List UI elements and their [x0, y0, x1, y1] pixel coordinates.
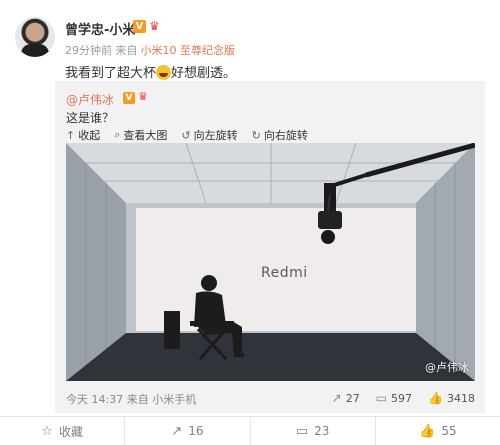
repost-time-source[interactable]: 今天 14:37 来自 小米手机	[66, 391, 196, 407]
comment-icon: ▭	[295, 423, 309, 439]
thumbs-up-icon: 👍	[419, 423, 436, 439]
thumbs-up-icon: 👍	[428, 391, 443, 405]
post-time[interactable]: 29分钟前 来自	[65, 44, 138, 57]
repost-author[interactable]: @卢伟冰	[66, 91, 114, 108]
post-device[interactable]: 小米10 至尊纪念版	[141, 44, 236, 57]
repost-text: 这是谁？	[66, 111, 115, 125]
weibo-post-card: 曾学忠-小米 V ♛ 29分钟前 来自 小米10 至尊纪念版 我看到了超大杯 好想剧…	[0, 0, 500, 445]
post-image[interactable]: Redmi @卢伟冰	[66, 143, 475, 381]
repost-comment-count[interactable]: ▭ 597	[376, 391, 412, 405]
share-icon: ↗	[331, 391, 342, 405]
member-crown-icon: ♛	[149, 19, 160, 33]
collapse-icon: ↑	[66, 128, 76, 142]
like-button[interactable]: 👍 55	[374, 417, 500, 445]
share-icon: ↗	[171, 423, 183, 439]
repost-like-count[interactable]: 👍 3418	[428, 391, 475, 405]
rotate-left-button[interactable]: ↺ 向左旋转	[181, 127, 237, 143]
author-avatar[interactable]	[15, 17, 55, 57]
star-icon: ☆	[41, 423, 53, 439]
repost-button[interactable]: ↗ 16	[124, 417, 249, 445]
comment-icon: ▭	[375, 391, 388, 405]
repost-stats: ↗ 27 ▭ 597 👍 3418	[332, 391, 475, 405]
redmi-logo: Redmi	[261, 265, 308, 281]
image-watermark: @卢伟冰	[425, 361, 469, 374]
image-toolbar: ↑ 收起 ⌕ 查看大图 ↺ 向左旋转 ↻ 向右旋转	[66, 127, 308, 143]
author-name[interactable]: 曾学忠-小米	[65, 19, 135, 38]
verified-badge-icon: V	[133, 20, 146, 33]
reposted-content: @卢伟冰 V ♛ 这是谁？ ↑收起 ⌕查看大图 ↺向左旋转 ↻向右旋转	[55, 81, 485, 413]
rotate-right-button[interactable]: ↻ 向右旋转	[252, 127, 308, 143]
collapse-button[interactable]: ↑ 收起	[66, 127, 100, 143]
repost-verified-badge-icon: V	[123, 92, 135, 104]
post-action-bar: ☆ 收藏 ↗ 16 ▭ 23 👍 55	[0, 416, 500, 445]
view-large-button[interactable]: ⌕ 查看大图	[114, 127, 167, 143]
favorite-button[interactable]: ☆ 收藏	[0, 417, 124, 445]
comment-button[interactable]: ▭ 23	[249, 417, 375, 445]
rotate-left-icon: ↺	[181, 128, 191, 142]
repost-member-crown-icon: ♛	[138, 90, 148, 103]
post-meta: 29分钟前 来自 小米10 至尊纪念版	[65, 42, 235, 58]
post-text: 我看到了超大杯 好想剧透。	[65, 65, 237, 81]
repost-share-count[interactable]: ↗ 27	[332, 391, 360, 405]
rotate-right-icon: ↻	[251, 128, 261, 142]
grin-emoji-icon	[156, 65, 172, 80]
studio-photo	[66, 143, 475, 381]
zoom-icon: ⌕	[114, 128, 121, 141]
